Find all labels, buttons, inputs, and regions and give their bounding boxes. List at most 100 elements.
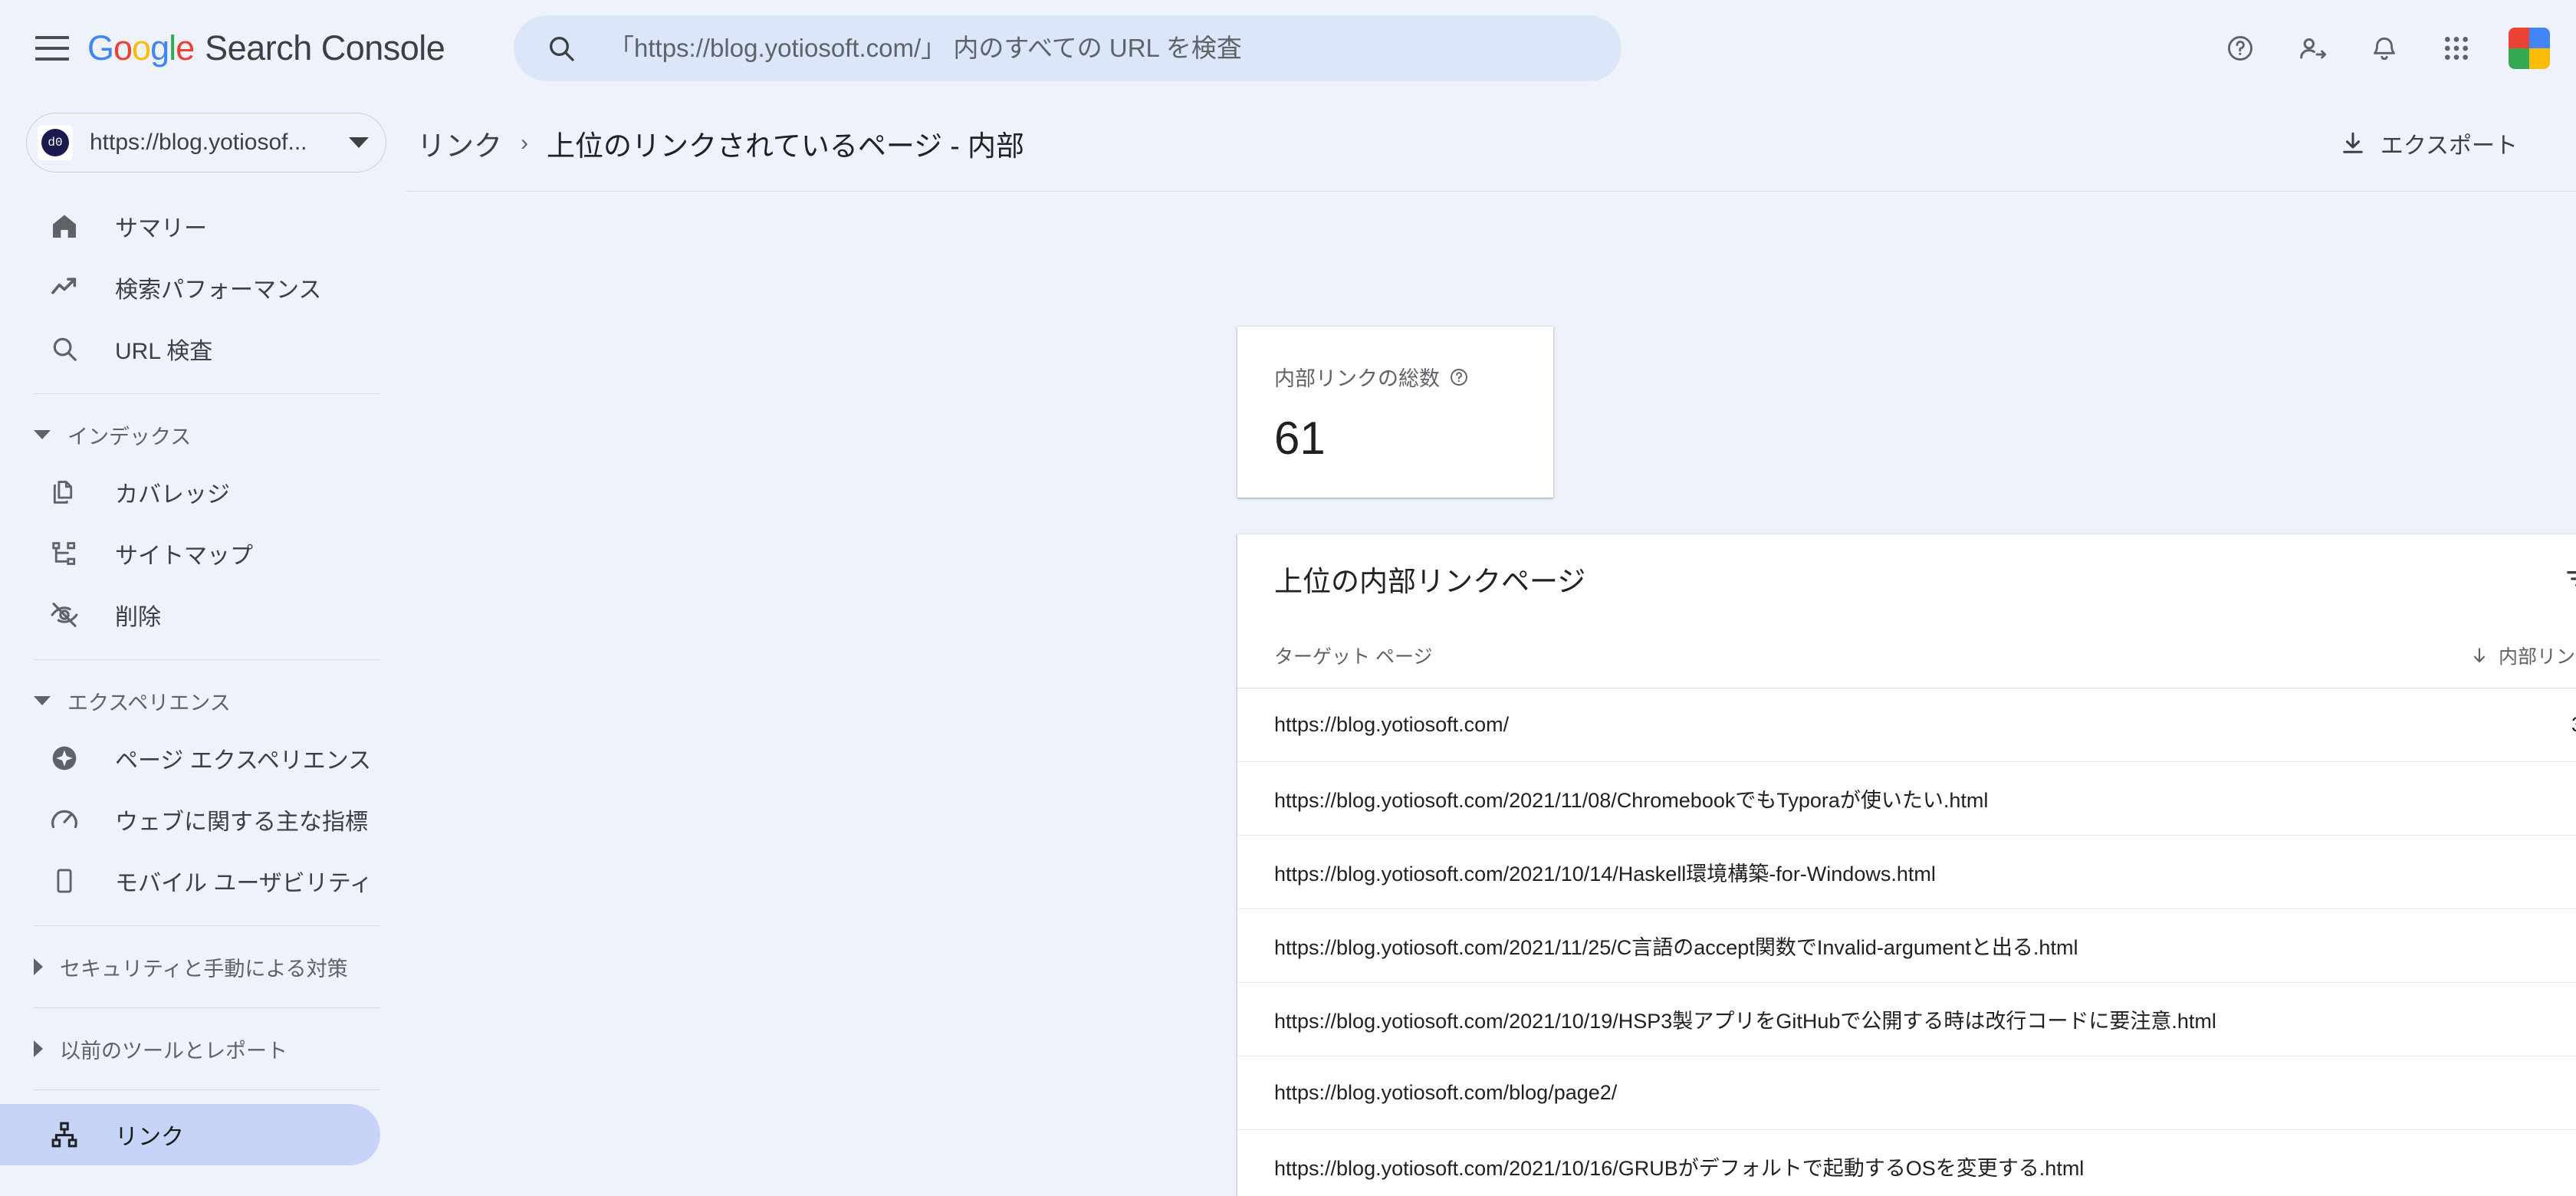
table-row[interactable]: https://blog.yotiosoft.com/blog/page2/ 3 xyxy=(1237,1056,2576,1130)
metric-label-row: 内部リンクの総数 xyxy=(1274,362,1553,392)
breadcrumb: リンク › 上位のリンクされているページ - 内部 xyxy=(417,123,1024,164)
sidebar: d0 https://blog.yotiosof... サマリー 検索パフォーマ… xyxy=(0,96,406,1196)
sidebar-divider xyxy=(34,1089,380,1090)
arrow-down-icon xyxy=(2473,647,2486,662)
chevron-right-icon xyxy=(34,1040,43,1057)
eye-off-icon xyxy=(48,598,81,632)
sidebar-group-legacy-tools[interactable]: 以前のツールとレポート xyxy=(0,1022,406,1076)
sidebar-group-label: インデックス xyxy=(67,425,192,449)
mobile-device-icon xyxy=(48,864,81,898)
sidebar-item-performance[interactable]: 検索パフォーマンス xyxy=(0,257,380,318)
row-target-page: https://blog.yotiosoft.com/blog/page2/ xyxy=(1274,1081,1618,1104)
chevron-down-icon xyxy=(34,430,51,439)
app-body: d0 https://blog.yotiosof... サマリー 検索パフォーマ… xyxy=(0,96,2576,1196)
chevron-down-icon xyxy=(34,696,51,705)
table-title: 上位の内部リンクページ xyxy=(1274,565,1586,597)
page-header: リンク › 上位のリンクされているページ - 内部 エクスポート xyxy=(406,96,2576,192)
favicon-text: d0 xyxy=(41,129,69,156)
logo-letter-l: l xyxy=(169,28,176,67)
sidebar-item-core-web-vitals[interactable]: ウェブに関する主な指標 xyxy=(0,789,380,850)
hamburger-menu-icon[interactable] xyxy=(35,35,69,61)
table-row[interactable]: https://blog.yotiosoft.com/2021/11/25/C言… xyxy=(1237,909,2576,983)
table-row[interactable]: https://blog.yotiosoft.com/ 38 xyxy=(1237,688,2576,762)
account-switch-icon[interactable] xyxy=(2288,24,2337,73)
property-label: https://blog.yotiosof... xyxy=(90,130,307,155)
row-target-page: https://blog.yotiosoft.com/2021/11/08/Ch… xyxy=(1274,789,1989,812)
avatar[interactable] xyxy=(2509,27,2550,69)
global-search-bar[interactable] xyxy=(514,15,1622,81)
sidebar-item-removals[interactable]: 削除 xyxy=(0,584,380,646)
sidebar-group-index[interactable]: インデックス xyxy=(0,408,406,462)
total-internal-links-card: 内部リンクの総数 61 xyxy=(1237,327,1553,498)
metric-label: 内部リンクの総数 xyxy=(1274,367,1440,390)
google-logo: Google xyxy=(87,28,195,68)
sidebar-item-label: 検索パフォーマンス xyxy=(115,278,322,303)
header-actions xyxy=(2216,0,2550,96)
search-input[interactable] xyxy=(609,34,1552,63)
logo-letter-o2: o xyxy=(132,28,151,67)
table-row[interactable]: https://blog.yotiosoft.com/2021/10/16/GR… xyxy=(1237,1130,2576,1196)
row-target-page: https://blog.yotiosoft.com/ xyxy=(1274,713,1510,736)
sidebar-item-links[interactable]: リンク xyxy=(0,1104,380,1165)
sidebar-group-label: エクスペリエンス xyxy=(67,691,231,715)
app-brand[interactable]: Google Search Console xyxy=(87,28,445,68)
column-header-target-page[interactable]: ターゲット ページ xyxy=(1274,642,1432,669)
sidebar-item-coverage[interactable]: カバレッジ xyxy=(0,462,380,523)
download-icon xyxy=(2343,132,2363,153)
row-target-page: https://blog.yotiosoft.com/2021/10/14/Ha… xyxy=(1274,863,1936,886)
logo-letter-g2: g xyxy=(150,28,169,67)
sidebar-item-label: 削除 xyxy=(115,605,161,630)
sidebar-divider xyxy=(34,1007,380,1008)
page-experience-icon xyxy=(48,741,81,775)
search-icon xyxy=(48,332,81,366)
sidebar-nav: サマリー 検索パフォーマンス URL 検査 インデックス カバレッジ サイトマッ… xyxy=(0,196,406,1165)
sidebar-group-security[interactable]: セキュリティと手動による対策 xyxy=(0,940,406,994)
help-circle-icon[interactable] xyxy=(1449,367,1469,387)
logo-letter-o1: o xyxy=(113,28,133,67)
apps-grid-icon[interactable] xyxy=(2432,24,2481,73)
filter-icon[interactable] xyxy=(2564,564,2576,594)
sidebar-item-url-inspection[interactable]: URL 検査 xyxy=(0,318,380,380)
product-name: Search Console xyxy=(205,28,445,67)
table-row[interactable]: https://blog.yotiosoft.com/2021/10/19/HS… xyxy=(1237,983,2576,1056)
sidebar-group-label: 以前のツールとレポート xyxy=(60,1039,288,1063)
sidebar-item-page-experience[interactable]: ページ エクスペリエンス xyxy=(0,728,380,789)
logo-letter-g: G xyxy=(87,28,114,67)
sidebar-item-sitemaps[interactable]: サイトマップ xyxy=(0,523,380,584)
help-icon[interactable] xyxy=(2216,24,2265,73)
breadcrumb-parent[interactable]: リンク xyxy=(417,123,502,164)
row-target-page: https://blog.yotiosoft.com/2021/10/16/GR… xyxy=(1274,1157,2085,1180)
logo-letter-e: e xyxy=(176,28,195,67)
sitemap-icon xyxy=(48,537,81,570)
page-title: 上位のリンクされているページ - 内部 xyxy=(547,130,1025,162)
sidebar-group-experience[interactable]: エクスペリエンス xyxy=(0,674,406,728)
table-row[interactable]: https://blog.yotiosoft.com/2021/10/14/Ha… xyxy=(1237,836,2576,909)
links-sitemap-icon xyxy=(48,1118,81,1152)
app-header: Google Search Console xyxy=(0,0,2576,96)
top-internal-linking-pages-table: 上位の内部リンクページ ターゲット ページ 内部リンク https://blog… xyxy=(1237,534,2576,1196)
speedometer-icon xyxy=(48,803,81,836)
main-content: リンク › 上位のリンクされているページ - 内部 エクスポート 内部リンクの総… xyxy=(406,96,2576,1196)
notifications-bell-icon[interactable] xyxy=(2360,24,2409,73)
home-icon xyxy=(48,209,81,243)
column-header-internal-links[interactable]: 内部リンク xyxy=(2469,642,2576,669)
sidebar-item-label: カバレッジ xyxy=(115,482,230,508)
sidebar-item-label: サイトマップ xyxy=(115,544,253,569)
export-button[interactable]: エクスポート xyxy=(2328,119,2528,168)
sidebar-item-label: リンク xyxy=(115,1125,184,1150)
sidebar-item-label: サマリー xyxy=(115,216,207,242)
property-favicon: d0 xyxy=(38,125,73,160)
row-target-page: https://blog.yotiosoft.com/2021/10/19/HS… xyxy=(1274,1010,2216,1033)
table-row[interactable]: https://blog.yotiosoft.com/2021/11/08/Ch… xyxy=(1237,762,2576,836)
sidebar-item-label: ページ エクスペリエンス xyxy=(115,748,372,774)
chevron-right-icon xyxy=(34,958,43,975)
row-internal-links: 38 xyxy=(2571,713,2576,737)
table-column-headers: ターゲット ページ 内部リンク xyxy=(1237,623,2576,688)
row-target-page: https://blog.yotiosoft.com/2021/11/25/C言… xyxy=(1274,936,2078,959)
chevron-down-icon xyxy=(349,137,369,148)
sidebar-item-summary[interactable]: サマリー xyxy=(0,196,380,257)
sidebar-item-mobile-usability[interactable]: モバイル ユーザビリティ xyxy=(0,850,380,912)
sidebar-item-label: URL 検査 xyxy=(115,339,213,364)
property-selector[interactable]: d0 https://blog.yotiosof... xyxy=(26,113,386,172)
sidebar-divider xyxy=(34,659,380,660)
